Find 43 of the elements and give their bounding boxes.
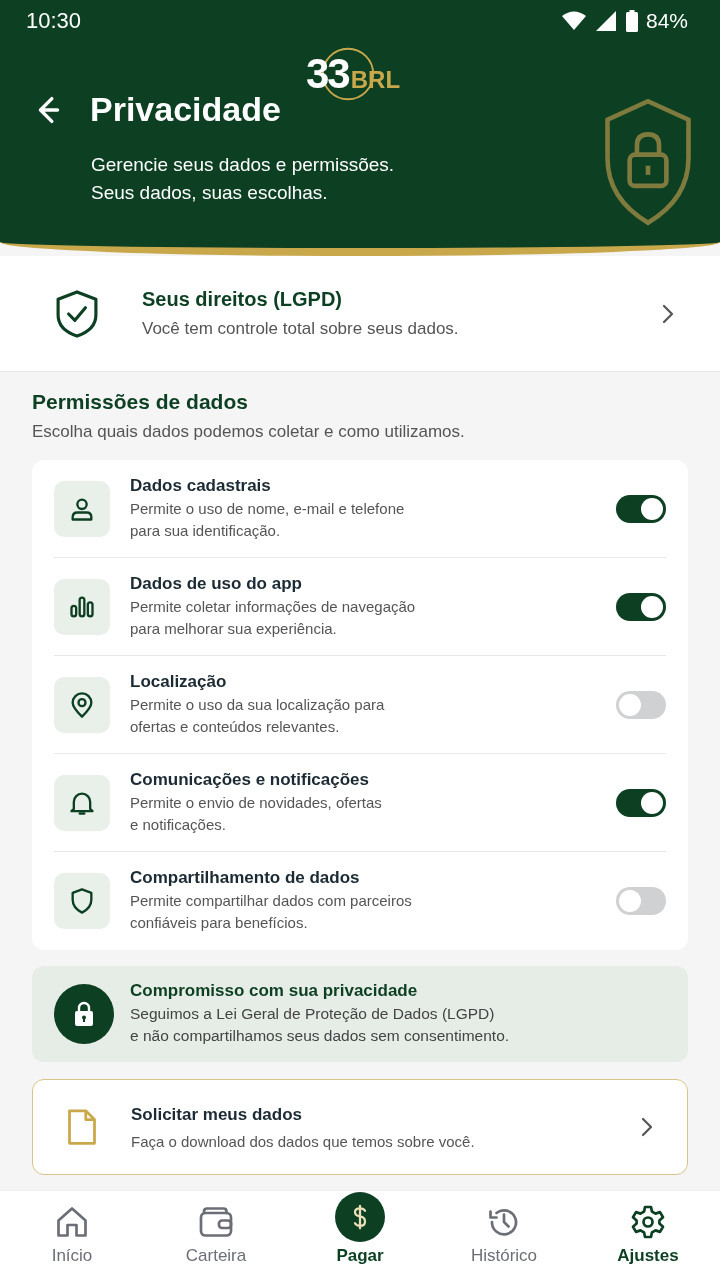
permission-title: Comunicações e notificações	[130, 769, 371, 790]
document-icon	[67, 1108, 97, 1146]
nav-tab[interactable]: Histórico	[432, 1191, 576, 1280]
permission-title: Compartilhamento de dados	[130, 868, 361, 888]
toggle-switch[interactable]	[616, 592, 666, 621]
nav-tab[interactable]: Pagar	[288, 1191, 432, 1280]
rights-subtitle: Você tem controle total sobre seus dados.	[142, 319, 460, 339]
permission-description: Permite coletar informações de navegação para melhorar sua experiência.	[130, 596, 417, 639]
rights-row[interactable]: Seus direitos (LGPD) Você tem controle total sobre seus dados.	[0, 256, 720, 372]
nav-tab[interactable]: Ajustes	[576, 1191, 720, 1280]
wallet-icon	[198, 1204, 234, 1240]
lock-icon	[72, 1001, 96, 1027]
toggle-switch[interactable]	[616, 494, 666, 523]
permission-title: Dados cadastrais	[130, 475, 272, 496]
page-subtitle: Gerencie seus dados e permissões. Seus dados, suas escolhas.	[91, 153, 396, 205]
status-time: 10:30	[26, 8, 82, 34]
notice-text: Seguimos a Lei Geral de Proteção de Dados (LGPD) e não compartilhamos seus dados sem consentimento.	[130, 1004, 510, 1046]
notice-title: Compromisso com sua privacidade	[130, 981, 419, 1001]
permission-description: Permite o envio de novidades, ofertas e notificações.	[130, 792, 383, 835]
pay-button[interactable]	[335, 1192, 385, 1242]
request-title: Solicitar meus dados	[131, 1104, 303, 1125]
page-title: Privacidade	[90, 90, 281, 129]
request-subtitle: Faça o download dos dados que temos sobre você.	[131, 1132, 476, 1150]
settings-icon	[630, 1204, 666, 1240]
toggle-switch[interactable]	[616, 690, 666, 719]
section-title: Permissões de dados	[32, 390, 249, 414]
permission-description: Permite o uso de nome, e-mail e telefone para sua identificação.	[130, 498, 406, 541]
toggle-switch[interactable]	[616, 788, 666, 817]
request-data-row[interactable]: Solicitar meus dados Faça o download dos dados que temos sobre você.	[32, 1079, 688, 1175]
rights-title: Seus direitos (LGPD)	[142, 288, 344, 311]
shield-check-icon	[56, 288, 98, 339]
permission-title: Dados de uso do app	[130, 573, 303, 594]
home-icon	[54, 1204, 90, 1240]
battery-icon	[625, 10, 638, 32]
battery-percentage: 84%	[645, 9, 688, 33]
nav-tab[interactable]: Início	[0, 1191, 144, 1280]
wifi-icon	[561, 11, 586, 31]
permission-title: Localização	[130, 671, 228, 692]
section-subtitle: Escolha quais dados podemos coletar e como utilizamos.	[32, 422, 466, 442]
toggle-switch[interactable]	[616, 887, 666, 915]
permission-description: Permite o uso da sua localização para ofertas e conteúdos relevantes.	[130, 694, 386, 737]
nav-tab[interactable]: Carteira	[144, 1191, 288, 1280]
permission-description: Permite compartilhar dados com parceiros confiáveis para benefícios.	[130, 891, 413, 933]
